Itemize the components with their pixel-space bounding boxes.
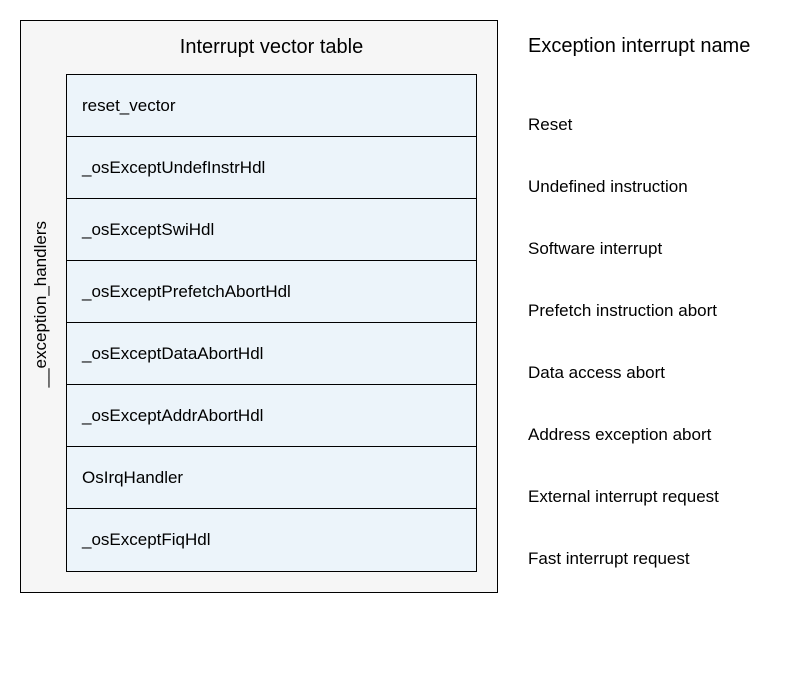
interrupt-name: Data access abort bbox=[528, 340, 750, 402]
interrupt-name-text: Undefined instruction bbox=[528, 177, 688, 197]
vector-row: _osExceptSwiHdl bbox=[67, 199, 476, 261]
vector-row: OsIrqHandler bbox=[67, 447, 476, 509]
vector-row: _osExceptPrefetchAbortHdl bbox=[67, 261, 476, 323]
interrupt-name-text: Reset bbox=[528, 115, 572, 135]
interrupt-name-text: Data access abort bbox=[528, 363, 665, 383]
vector-table: reset_vector _osExceptUndefInstrHdl _osE… bbox=[66, 74, 477, 572]
vector-handler: OsIrqHandler bbox=[82, 468, 183, 488]
interrupt-name: Undefined instruction bbox=[528, 154, 750, 216]
interrupt-name: Prefetch instruction abort bbox=[528, 278, 750, 340]
vertical-label-container: __exception_handlers bbox=[31, 39, 51, 569]
table-area: Interrupt vector table reset_vector _osE… bbox=[66, 36, 477, 572]
vector-row: _osExceptAddrAbortHdl bbox=[67, 385, 476, 447]
interrupt-name-text: Prefetch instruction abort bbox=[528, 301, 717, 321]
interrupt-name-text: Fast interrupt request bbox=[528, 549, 690, 569]
vector-row: _osExceptFiqHdl bbox=[67, 509, 476, 571]
vector-handler: _osExceptPrefetchAbortHdl bbox=[82, 282, 291, 302]
vector-row: _osExceptUndefInstrHdl bbox=[67, 137, 476, 199]
table-title: Interrupt vector table bbox=[66, 36, 477, 59]
interrupt-name-text: Software interrupt bbox=[528, 239, 662, 259]
vector-handler: reset_vector bbox=[82, 96, 176, 116]
vector-handler: _osExceptUndefInstrHdl bbox=[82, 158, 265, 178]
vector-handler: _osExceptAddrAbortHdl bbox=[82, 406, 263, 426]
interrupt-vector-diagram: __exception_handlers Interrupt vector ta… bbox=[20, 20, 780, 593]
interrupt-name: Reset bbox=[528, 92, 750, 154]
exception-handlers-label: __exception_handlers bbox=[31, 221, 51, 387]
interrupt-name-text: External interrupt request bbox=[528, 487, 719, 507]
vector-row: _osExceptDataAbortHdl bbox=[67, 323, 476, 385]
interrupt-name: Software interrupt bbox=[528, 216, 750, 278]
vector-handler: _osExceptSwiHdl bbox=[82, 220, 214, 240]
interrupt-name: External interrupt request bbox=[528, 464, 750, 526]
vector-handler: _osExceptFiqHdl bbox=[82, 530, 211, 550]
labels-header: Exception interrupt name bbox=[528, 35, 750, 62]
labels-column: Exception interrupt name Reset Undefined… bbox=[528, 20, 750, 588]
interrupt-name: Fast interrupt request bbox=[528, 526, 750, 588]
vector-handler: _osExceptDataAbortHdl bbox=[82, 344, 263, 364]
vector-row: reset_vector bbox=[67, 75, 476, 137]
interrupt-name: Address exception abort bbox=[528, 402, 750, 464]
exception-handlers-box: __exception_handlers Interrupt vector ta… bbox=[20, 20, 498, 593]
interrupt-name-text: Address exception abort bbox=[528, 425, 711, 445]
